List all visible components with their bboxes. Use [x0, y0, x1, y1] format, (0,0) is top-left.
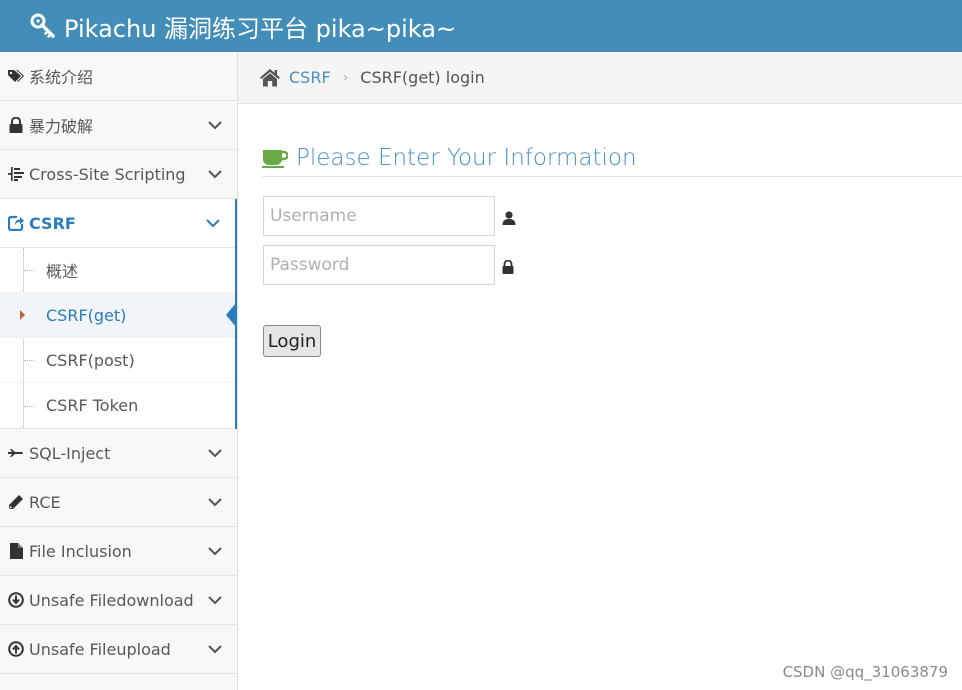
user-icon: [502, 210, 516, 225]
app-title[interactable]: Pikachu 漏洞练习平台 pika~pika~: [64, 9, 456, 44]
sidebar-item-label: Unsafe Fileupload: [29, 639, 171, 659]
submenu-item-overview[interactable]: 概述: [0, 248, 235, 293]
sidebar: 系统介绍 暴力破解 Cross-Site Scripting CSRF 概述 C…: [0, 52, 238, 690]
submenu-item-label: CSRF Token: [46, 396, 139, 415]
top-navbar: Pikachu 漏洞练习平台 pika~pika~: [0, 0, 962, 52]
pencil-icon: [8, 494, 24, 510]
chevron-down-icon: [208, 170, 222, 179]
caret-right-icon: [20, 310, 25, 320]
coffee-icon: [262, 148, 288, 168]
tree-branch: [24, 405, 34, 407]
sidebar-item-label: Unsafe Filedownload: [29, 590, 194, 610]
sidebar-item-label: SQL-Inject: [29, 443, 111, 463]
csrf-group: CSRF 概述 CSRF(get) CSRF(post) CSRF Token: [0, 199, 237, 429]
chevron-down-icon: [206, 219, 220, 228]
lock-icon: [502, 259, 516, 274]
chevron-down-icon: [208, 449, 222, 458]
sidebar-item-label: File Inclusion: [29, 541, 132, 561]
sidebar-item-csrf[interactable]: CSRF: [0, 199, 235, 248]
lock-icon: [8, 117, 24, 133]
sidebar-item-xss[interactable]: Cross-Site Scripting: [0, 150, 237, 199]
sidebar-item-sqli[interactable]: SQL-Inject: [0, 429, 237, 478]
sidebar-item-rce[interactable]: RCE: [0, 478, 237, 527]
login-button[interactable]: Login: [263, 325, 321, 357]
sidebar-item-intro[interactable]: 系统介绍: [0, 52, 237, 101]
file-icon: [8, 543, 24, 559]
submenu-item-label: 概述: [46, 262, 79, 281]
csrf-submenu: 概述 CSRF(get) CSRF(post) CSRF Token: [0, 248, 236, 429]
share-icon: [8, 215, 24, 231]
sidebar-item-label: RCE: [29, 492, 61, 512]
submenu-item-label: CSRF(get): [46, 305, 127, 325]
plane-icon: [8, 445, 24, 461]
chevron-down-icon: [208, 498, 222, 507]
breadcrumb-separator: ›: [342, 69, 349, 86]
password-input[interactable]: [263, 245, 495, 285]
tree-branch: [24, 270, 34, 271]
breadcrumb-current: CSRF(get) login: [360, 68, 485, 87]
submenu-item-csrf-token[interactable]: CSRF Token: [0, 383, 235, 428]
submenu-item-csrf-get[interactable]: CSRF(get): [0, 293, 236, 338]
home-icon[interactable]: [259, 68, 281, 88]
sidebar-item-fileupload[interactable]: Unsafe Fileupload: [0, 625, 237, 674]
list-icon: [8, 166, 24, 182]
chevron-down-icon: [208, 596, 222, 605]
page-title: Please Enter Your Information: [296, 145, 637, 171]
submenu-item-label: CSRF(post): [46, 350, 135, 370]
submenu-item-csrf-post[interactable]: CSRF(post): [0, 338, 235, 383]
chevron-down-icon: [208, 547, 222, 556]
watermark: CSDN @qq_31063879: [782, 663, 948, 681]
sidebar-item-filedownload[interactable]: Unsafe Filedownload: [0, 576, 237, 625]
sidebar-item-file-inclusion[interactable]: File Inclusion: [0, 527, 237, 576]
key-icon: [30, 13, 56, 39]
sidebar-item-label: 系统介绍: [29, 68, 94, 87]
sidebar-item-label: CSRF: [29, 213, 76, 233]
form-heading: Please Enter Your Information: [262, 140, 962, 177]
sidebar-item-label: Cross-Site Scripting: [29, 164, 186, 184]
chevron-down-icon: [208, 121, 222, 130]
active-pointer: [226, 303, 236, 327]
tags-icon: [8, 68, 24, 84]
breadcrumb-link-csrf[interactable]: CSRF: [289, 68, 331, 87]
upload-icon: [8, 641, 24, 657]
tree-branch: [24, 360, 34, 361]
sidebar-item-bruteforce[interactable]: 暴力破解: [0, 101, 237, 150]
chevron-down-icon: [208, 645, 222, 654]
sidebar-item-label: 暴力破解: [29, 117, 94, 136]
username-input[interactable]: [263, 196, 495, 236]
download-icon: [8, 592, 24, 608]
breadcrumb: CSRF › CSRF(get) login: [238, 52, 962, 104]
main-content: Please Enter Your Information Login CSDN…: [238, 104, 962, 690]
